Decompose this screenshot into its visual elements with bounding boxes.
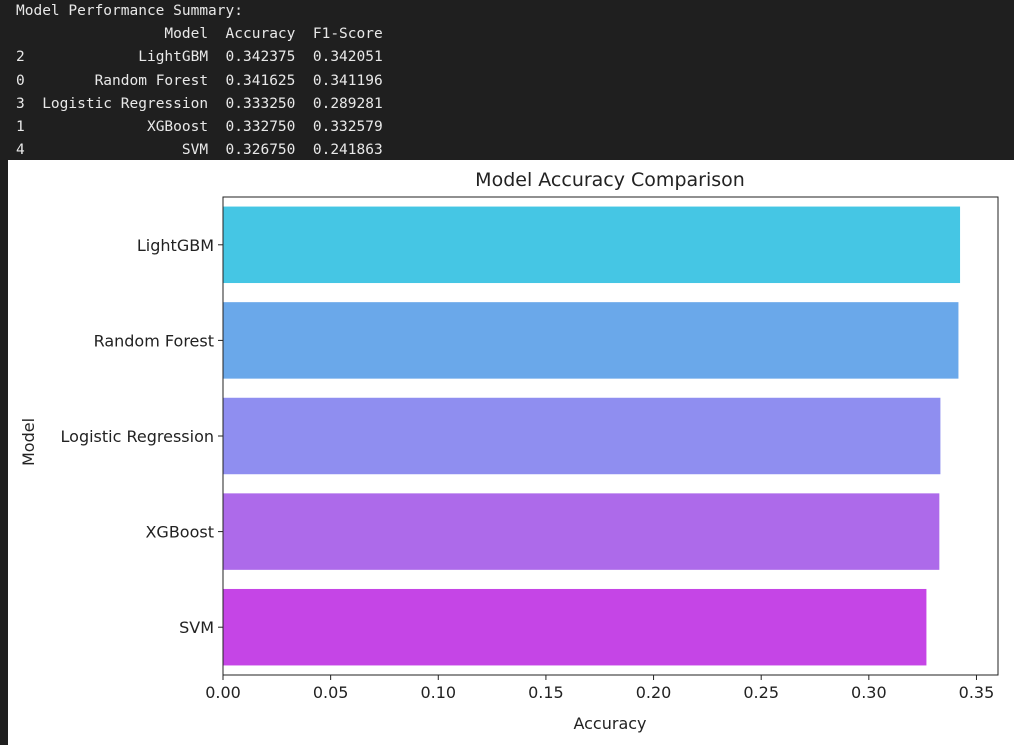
x-tick-label: 0.00 (205, 683, 241, 702)
bar (223, 397, 941, 475)
column-header-accuracy: Accuracy (225, 26, 296, 43)
y-tick-label: XGBoost (145, 523, 214, 542)
row-accuracy: 0.332750 (225, 119, 296, 136)
column-header-model: Model (42, 26, 209, 43)
bar (223, 206, 961, 284)
bar (223, 302, 959, 379)
row-f1-score: 0.341196 (312, 72, 383, 89)
column-header-f1-score: F1-Score (312, 26, 383, 43)
y-axis-label: Model (19, 418, 38, 466)
terminal-output: Model Performance Summary: Model Accurac… (0, 0, 1014, 160)
x-tick-label: 0.10 (420, 683, 456, 702)
row-index: 3 (16, 95, 25, 112)
row-accuracy: 0.341625 (225, 72, 296, 89)
row-accuracy: 0.333250 (225, 95, 296, 112)
chart-figure: Model Accuracy Comparison Accuracy Model… (8, 160, 1014, 745)
bars-layer (223, 206, 961, 666)
row-accuracy: 0.326750 (225, 142, 296, 159)
row-accuracy: 0.342375 (225, 49, 296, 66)
row-index: 4 (16, 142, 25, 159)
row-f1-score: 0.241863 (312, 142, 383, 159)
row-model: LightGBM (42, 49, 209, 66)
x-tick-label: 0.05 (313, 683, 349, 702)
bar (223, 588, 927, 666)
x-tick-label: 0.35 (959, 683, 995, 702)
row-f1-score: 0.342051 (312, 49, 383, 66)
x-axis-label: Accuracy (573, 714, 646, 733)
row-model: XGBoost (42, 119, 209, 136)
x-tick-label: 0.30 (851, 683, 887, 702)
row-index: 2 (16, 49, 25, 66)
x-tick-label: 0.25 (743, 683, 779, 702)
accuracy-bar-chart: Model Accuracy Comparison Accuracy Model… (19, 169, 999, 733)
y-tick-label: Random Forest (94, 331, 214, 350)
y-tick-label: SVM (179, 618, 214, 637)
row-model: Random Forest (42, 72, 209, 89)
bar (223, 493, 940, 570)
y-tick-label: Logistic Regression (61, 427, 214, 446)
x-axis-ticks: 0.00 0.05 0.10 0.15 0.20 0.25 0.30 0.35 (205, 675, 994, 702)
row-f1-score: 0.332579 (312, 119, 383, 136)
y-tick-label: LightGBM (137, 236, 214, 255)
summary-title: Model Performance Summary: (16, 3, 243, 19)
x-tick-label: 0.20 (636, 683, 672, 702)
row-model: Logistic Regression (42, 95, 209, 112)
performance-summary-table: Model Performance Summary: Model Accurac… (0, 0, 1014, 162)
row-index: 1 (16, 119, 25, 136)
x-tick-label: 0.15 (528, 683, 564, 702)
row-f1-score: 0.289281 (312, 95, 383, 112)
chart-title: Model Accuracy Comparison (475, 169, 745, 191)
row-model: SVM (42, 142, 209, 159)
y-axis-ticks: LightGBM Random Forest Logistic Regression… (61, 236, 223, 637)
row-index: 0 (16, 72, 25, 89)
